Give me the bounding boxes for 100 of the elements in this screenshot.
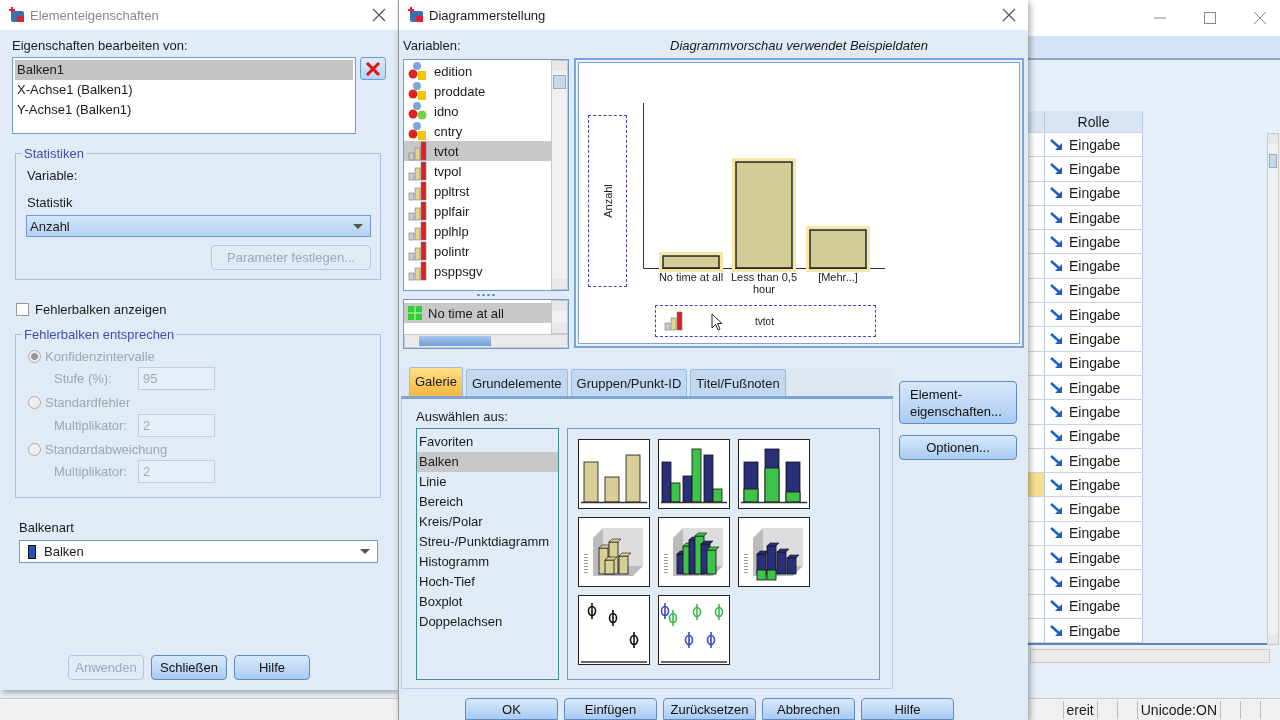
table-cell[interactable] [1028,570,1045,595]
close-icon[interactable] [372,8,386,22]
table-cell[interactable]: Eingabe [1045,594,1143,619]
table-cell[interactable] [1028,448,1045,474]
list-item[interactable]: proddate [404,81,551,101]
list-item[interactable]: Kreis/Polar [417,512,558,532]
list-box[interactable]: Favoriten Balken Linie Bereich Kreis/Polar Streu-/Punktdiagramm Histogramm Hoch-Tief Boxplot Doppelachsen [416,428,559,680]
table-cell[interactable] [1028,521,1045,547]
vertical-scrollbar[interactable] [551,300,568,334]
table-cell[interactable] [1028,133,1045,158]
table-cell[interactable] [1028,205,1045,231]
close-icon[interactable] [1002,8,1016,22]
table-cell[interactable]: Eingabe [1045,521,1143,547]
list-item[interactable]: Balken [417,452,558,472]
list-box[interactable]: edition proddate idno cntry tvtot tvpol ppltrst pplfair pplhlp polintr psppsgv [403,59,569,291]
tab[interactable]: Grundelemente [465,369,568,396]
table-cell[interactable] [1028,278,1045,304]
table-cell[interactable] [1028,546,1045,571]
list-item[interactable]: psppsgv [404,261,551,281]
dropdown[interactable]: Balken [19,540,378,563]
table-cell[interactable]: Eingabe [1045,618,1143,644]
list-item[interactable]: edition [404,61,551,81]
table-cell[interactable]: Eingabe [1045,205,1143,231]
table-cell[interactable] [1028,181,1045,206]
list-item[interactable]: polintr [404,241,551,261]
table-cell[interactable]: Eingabe [1045,230,1143,255]
dialog-button[interactable]: Optionen... [899,435,1017,460]
list-item[interactable]: Balken1 [15,60,353,80]
list-item[interactable]: Favoriten [417,432,558,452]
table-cell[interactable] [1028,424,1045,449]
table-cell[interactable]: Eingabe [1045,497,1143,522]
y-axis-drop-zone[interactable]: Anzahl [588,115,627,287]
list-item[interactable]: cntry [404,121,551,141]
list-item[interactable]: Bereich [417,492,558,512]
list-item[interactable]: Linie [417,472,558,492]
table-cell[interactable]: Eingabe [1045,448,1143,474]
table-cell[interactable]: Eingabe [1045,546,1143,571]
table-cell[interactable] [1028,375,1045,401]
list-item[interactable]: No time at all [404,303,551,323]
table-cell[interactable]: Eingabe [1045,570,1143,595]
table-cell[interactable] [1028,497,1045,522]
dropdown[interactable]: Anzahl [26,215,371,237]
table-cell[interactable] [1028,618,1045,644]
table-cell[interactable]: Eingabe [1045,400,1143,425]
gallery-thumbnail[interactable] [577,439,650,509]
delete-button[interactable] [360,57,386,80]
gallery-thumbnail[interactable] [657,517,730,587]
table-cell[interactable] [1028,303,1045,328]
table-cell[interactable]: Eingabe [1045,278,1143,304]
list-item[interactable]: idno [404,101,551,121]
list-item[interactable]: Streu-/Punktdiagramm [417,532,558,552]
column-header[interactable]: Rolle [1045,111,1143,133]
tab[interactable]: Galerie [409,367,463,396]
table-cell[interactable]: Eingabe [1045,424,1143,449]
chart-bar[interactable] [735,161,793,269]
horizontal-scrollbar[interactable] [404,334,568,348]
list-item[interactable]: tvtot [404,141,551,161]
table-cell[interactable] [1028,327,1045,352]
list-item[interactable]: Hoch-Tief [417,572,558,592]
table-cell[interactable] [1028,473,1045,498]
dialog-button[interactable]: Zurücksetzen [663,698,756,720]
dialog-button[interactable]: Element- eigenschaften... [899,381,1017,424]
close-icon[interactable] [1254,12,1266,24]
table-cell[interactable]: Eingabe [1045,157,1143,182]
vertical-scrollbar[interactable] [1267,133,1279,646]
dialog-button[interactable]: Einfügen [564,698,657,720]
maximize-icon[interactable] [1204,12,1216,24]
list-box[interactable]: Balken1 X-Achse1 (Balken1) Y-Achse1 (Balken1) [12,57,356,134]
table-cell[interactable] [1028,400,1045,425]
tab[interactable]: Titel/Fußnoten [690,369,786,396]
chart-bar[interactable] [809,229,867,269]
table-cell[interactable] [1028,254,1045,279]
list-item[interactable]: ppltrst [404,181,551,201]
table-cell[interactable]: Eingabe [1045,327,1143,352]
list-item[interactable]: Y-Achse1 (Balken1) [15,100,353,120]
dialog-button[interactable]: Schließen [151,655,227,680]
list-item[interactable]: Doppelachsen [417,612,558,632]
gallery-thumbnail[interactable] [657,595,730,665]
horizontal-scrollbar[interactable] [1030,649,1270,664]
gallery-thumbnail[interactable] [737,517,810,587]
list-box[interactable]: No time at all [403,299,569,349]
gallery-thumbnail[interactable] [737,439,810,509]
table-cell[interactable] [1028,157,1045,182]
list-item[interactable]: X-Achse1 (Balken1) [15,80,353,100]
table-cell[interactable] [1028,351,1045,376]
list-item[interactable]: pplhlp [404,221,551,241]
vertical-scrollbar[interactable] [551,60,568,290]
table-cell[interactable]: Eingabe [1045,303,1143,328]
list-item[interactable]: pplfair [404,201,551,221]
table-cell[interactable] [1028,230,1045,255]
table-cell[interactable] [1028,594,1045,619]
table-cell[interactable]: Eingabe [1045,133,1143,158]
table-cell[interactable]: Eingabe [1045,254,1143,279]
gallery-thumbnail[interactable] [657,439,730,509]
dialog-button[interactable]: Hilfe [861,698,954,720]
dialog-button[interactable]: Abbrechen [762,698,855,720]
gallery-thumbnail[interactable] [577,595,650,665]
table-cell[interactable]: Eingabe [1045,351,1143,376]
list-item[interactable]: tvpol [404,161,551,181]
list-item[interactable]: Histogramm [417,552,558,572]
